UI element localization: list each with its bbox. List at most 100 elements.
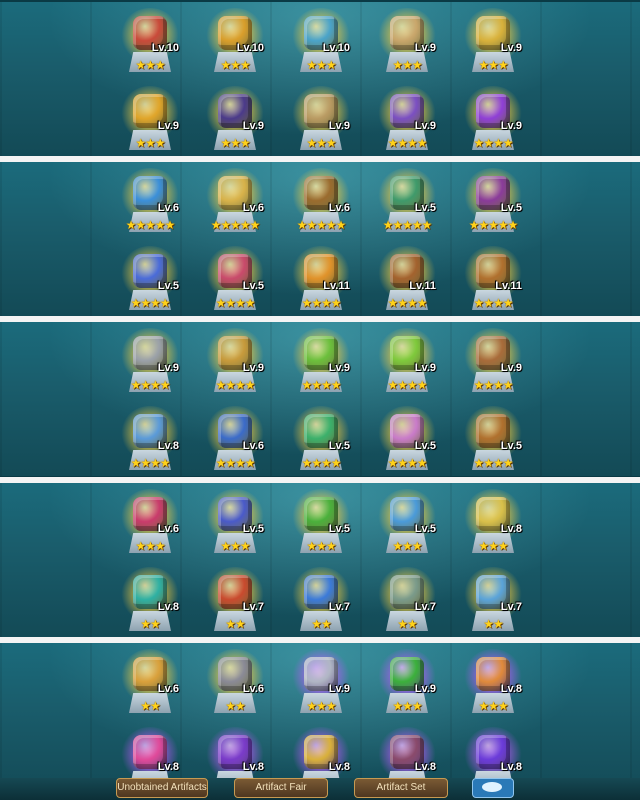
star-rating: ★★ (483, 617, 504, 631)
artifact-slot[interactable]: Lv.5 ★★★ (200, 489, 270, 561)
artifact-slot[interactable]: Lv.7 ★★ (286, 567, 356, 637)
artifact-level: Lv.5 (242, 523, 264, 535)
star-rating: ★★★★ (473, 296, 513, 310)
artifact-slot[interactable]: Lv.9 ★★★ (200, 86, 270, 156)
artifact-slot[interactable]: Lv.5 ★★★★ (115, 246, 185, 316)
artifact-level: Lv.10 (322, 42, 350, 54)
artifact-slot[interactable]: Lv.6 ★★ (200, 649, 270, 721)
artifact-slot[interactable]: Lv.5 ★★★★ (372, 406, 442, 476)
artifact-level: Lv.11 (323, 280, 350, 292)
star-rating: ★★★★ (301, 456, 341, 470)
artifact-slot[interactable]: Lv.9 ★★★★ (372, 328, 442, 400)
artifact-slot[interactable]: Lv.8 ★★★ (458, 649, 528, 721)
star-rating: ★★★★ (301, 378, 341, 392)
artifact-slot[interactable]: Lv.6 ★★★★★ (115, 168, 185, 240)
artifact-fair-button[interactable]: Artifact Fair (234, 778, 328, 798)
artifact-slot[interactable]: Lv.5 ★★★★★ (458, 168, 528, 240)
artifact-level: Lv.9 (157, 362, 179, 374)
star-rating: ★★★★ (387, 296, 427, 310)
artifact-slot[interactable]: Lv.5 ★★★★ (458, 406, 528, 476)
artifact-level: Lv.6 (242, 202, 264, 214)
chat-icon[interactable] (472, 778, 514, 798)
artifact-level: Lv.5 (414, 523, 436, 535)
artifact-slot[interactable]: Lv.6 ★★★ (115, 489, 185, 561)
artifact-slot[interactable]: Lv.8 ★★ (115, 567, 185, 637)
artifact-level: Lv.11 (495, 280, 522, 292)
star-rating: ★★★★ (387, 456, 427, 470)
artifact-slot[interactable]: Lv.11 ★★★★ (458, 246, 528, 316)
artifact-set-button[interactable]: Artifact Set (354, 778, 448, 798)
artifact-level: Lv.8 (157, 601, 179, 613)
artifact-slot[interactable]: Lv.7 ★★ (372, 567, 442, 637)
artifact-slot[interactable]: Lv.10 ★★★ (286, 8, 356, 80)
star-rating: ★★★★★ (210, 218, 261, 232)
strip-divider (0, 316, 640, 322)
artifact-level: Lv.5 (157, 280, 179, 292)
artifact-slot[interactable]: Lv.9 ★★★ (115, 86, 185, 156)
star-rating: ★★★★ (215, 456, 255, 470)
artifact-slot[interactable]: Lv.10 ★★★ (200, 8, 270, 80)
artifact-strip: Lv.6 ★★★ Lv.5 ★★★ Lv.5 ★★★ Lv.5 ★★★ Lv.8 ★★★ Lv.8 ★… (0, 483, 640, 637)
artifact-slot[interactable]: Lv.6 ★★★★★ (286, 168, 356, 240)
star-rating: ★★★ (478, 58, 508, 72)
star-rating: ★★★★ (387, 378, 427, 392)
artifact-strip: Lv.6 ★★★★★ Lv.6 ★★★★★ Lv.6 ★★★★★ Lv.5 ★★★★★ Lv.5… (0, 162, 640, 316)
artifact-slot[interactable]: Lv.5 ★★★★ (286, 406, 356, 476)
star-rating: ★★ (397, 617, 418, 631)
star-rating: ★★★ (306, 58, 336, 72)
artifact-slot[interactable]: Lv.9 ★★★ (458, 8, 528, 80)
star-rating: ★★★★ (473, 456, 513, 470)
star-rating: ★★ (140, 699, 161, 713)
star-rating: ★★★ (135, 58, 165, 72)
artifact-slot[interactable]: Lv.9 ★★★★ (458, 86, 528, 156)
unobtained-artifacts-button[interactable]: Unobtained Artifacts (116, 778, 208, 798)
artifact-level: Lv.8 (242, 761, 264, 773)
artifact-slot[interactable]: Lv.9 ★★★ (372, 8, 442, 80)
star-rating: ★★★★★ (125, 218, 176, 232)
artifact-slot[interactable]: Lv.6 ★★★★★ (200, 168, 270, 240)
artifact-slot[interactable]: Lv.8 ★★★★ (115, 406, 185, 476)
star-rating: ★★ (225, 699, 246, 713)
artifact-slot[interactable]: Lv.9 ★★★★ (458, 328, 528, 400)
artifact-level: Lv.8 (500, 761, 522, 773)
star-rating: ★★★★★ (382, 218, 433, 232)
artifact-slot[interactable]: Lv.6 ★★★★ (200, 406, 270, 476)
star-rating: ★★★★ (130, 456, 170, 470)
artifact-slot[interactable]: Lv.5 ★★★ (286, 489, 356, 561)
artifact-slot[interactable]: Lv.9 ★★★★ (115, 328, 185, 400)
artifact-slot[interactable]: Lv.9 ★★★ (372, 649, 442, 721)
star-rating: ★★ (225, 617, 246, 631)
artifact-slot[interactable]: Lv.5 ★★★★★ (372, 168, 442, 240)
artifact-slot[interactable]: Lv.10 ★★★ (115, 8, 185, 80)
artifact-slot[interactable]: Lv.9 ★★★ (286, 86, 356, 156)
artifact-level: Lv.7 (328, 601, 350, 613)
artifact-slot[interactable]: Lv.5 ★★★★ (200, 246, 270, 316)
artifact-level: Lv.5 (414, 440, 436, 452)
star-rating: ★★★ (392, 539, 422, 553)
artifact-slot[interactable]: Lv.6 ★★ (115, 649, 185, 721)
artifact-slot[interactable]: Lv.5 ★★★ (372, 489, 442, 561)
artifact-level: Lv.7 (414, 601, 436, 613)
bottom-bar: Unobtained Artifacts Artifact Fair Artif… (0, 778, 640, 800)
artifact-level: Lv.11 (409, 280, 436, 292)
artifact-slot[interactable]: Lv.9 ★★★★ (200, 328, 270, 400)
artifact-slot[interactable]: Lv.8 ★★★ (458, 489, 528, 561)
star-rating: ★★★ (135, 136, 165, 150)
artifact-slot[interactable]: Lv.11 ★★★★ (372, 246, 442, 316)
artifact-strip: Lv.9 ★★★★ Lv.9 ★★★★ Lv.9 ★★★★ Lv.9 ★★★★ Lv.9 ★★★★… (0, 322, 640, 476)
artifact-slot[interactable]: Lv.7 ★★ (200, 567, 270, 637)
star-rating: ★★★★★ (296, 218, 347, 232)
artifact-level: Lv.5 (328, 523, 350, 535)
artifact-level: Lv.9 (157, 120, 179, 132)
artifact-slot[interactable]: Lv.9 ★★★ (286, 649, 356, 721)
strip-divider (0, 637, 640, 643)
artifact-slot[interactable]: Lv.7 ★★ (458, 567, 528, 637)
star-rating: ★★★★ (130, 296, 170, 310)
artifact-level: Lv.9 (414, 362, 436, 374)
artifact-slot[interactable]: Lv.9 ★★★★ (372, 86, 442, 156)
artifact-strip: Lv.10 ★★★ Lv.10 ★★★ Lv.10 ★★★ Lv.9 ★★★ Lv.9 ★★★ Lv… (0, 2, 640, 156)
artifact-slot[interactable]: Lv.11 ★★★★ (286, 246, 356, 316)
artifact-level: Lv.9 (242, 120, 264, 132)
artifact-level: Lv.8 (414, 761, 436, 773)
artifact-slot[interactable]: Lv.9 ★★★★ (286, 328, 356, 400)
